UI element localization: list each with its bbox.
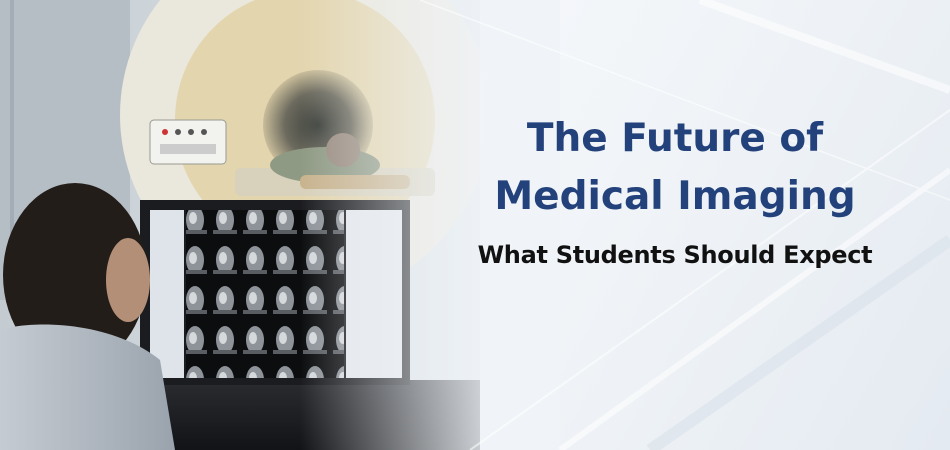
headline-block: The Future of Medical Imaging What Stude… (400, 110, 950, 272)
hero-banner: The Future of Medical Imaging What Stude… (0, 0, 950, 450)
headline-subtitle: What Students Should Expect (477, 241, 873, 269)
headline-title: The Future of Medical Imaging (400, 110, 950, 226)
headline-title-line-1: The Future of (526, 116, 824, 161)
headline-title-line-2: Medical Imaging (494, 174, 856, 219)
